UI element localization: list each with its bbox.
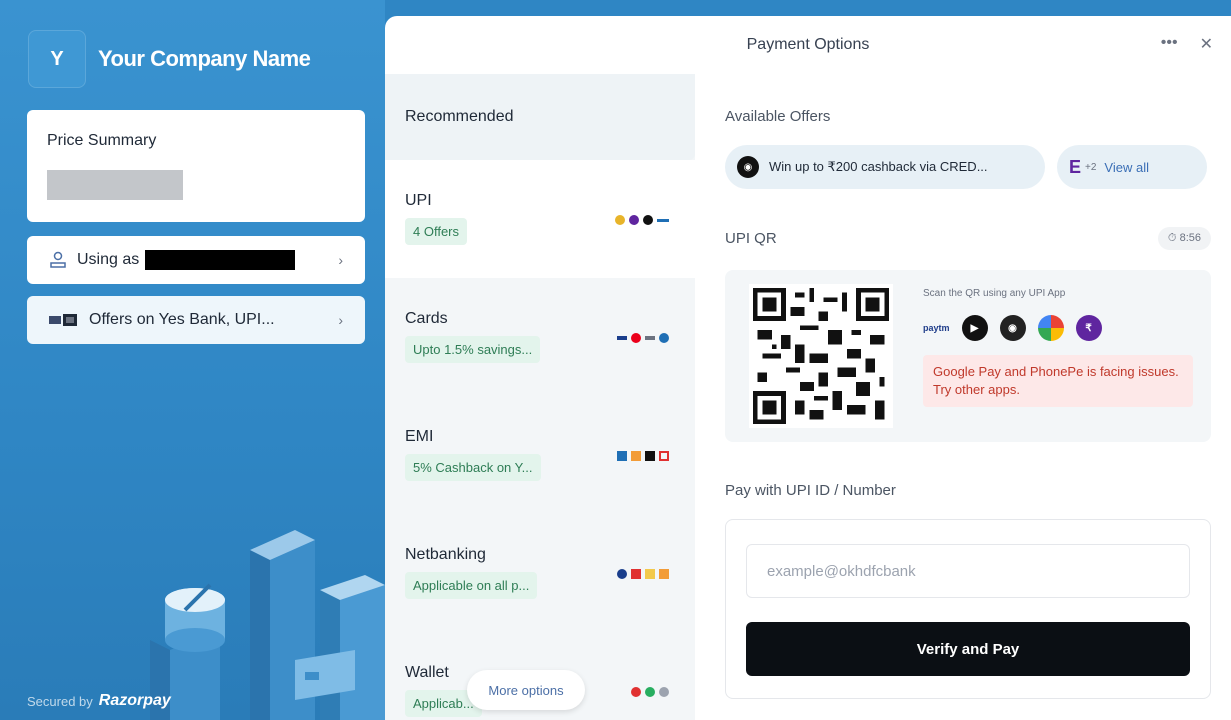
phonepe-dark-icon: ▶ bbox=[961, 315, 988, 341]
verify-and-pay-button[interactable]: Verify and Pay bbox=[746, 622, 1190, 676]
method-netbanking[interactable]: Netbanking Applicable on all p... bbox=[385, 514, 695, 632]
upi-qr-title: UPI QR bbox=[725, 230, 777, 247]
brand: Y Your Company Name bbox=[28, 30, 311, 88]
offer-badge: 4 Offers bbox=[405, 218, 468, 245]
method-name: UPI bbox=[405, 192, 432, 209]
chevron-right-icon: › bbox=[338, 312, 343, 328]
recommended-heading: Recommended bbox=[385, 74, 695, 160]
payment-details: Available Offers ◉ Win up to ₹200 cashba… bbox=[725, 74, 1211, 699]
method-emi[interactable]: EMI 5% Cashback on Y... bbox=[385, 396, 695, 514]
qr-scan-text: Scan the QR using any UPI App bbox=[923, 288, 1066, 299]
payment-methods-list: Recommended UPI 4 Offers Cards Upto 1.5%… bbox=[385, 74, 695, 720]
available-offers-title: Available Offers bbox=[725, 108, 831, 125]
wallet-icons bbox=[631, 687, 669, 697]
price-amount-redacted bbox=[47, 170, 183, 200]
using-as-row[interactable]: Using as › bbox=[27, 236, 365, 284]
upi-id-title: Pay with UPI ID / Number bbox=[725, 482, 896, 499]
illustration-image bbox=[150, 530, 385, 720]
company-name: Your Company Name bbox=[98, 46, 311, 71]
more-options-button[interactable]: More options bbox=[467, 670, 585, 710]
method-cards[interactable]: Cards Upto 1.5% savings... bbox=[385, 278, 695, 396]
user-contact-redacted bbox=[145, 250, 296, 270]
upi-qr-box: Scan the QR using any UPI App paytm ▶ ◉ … bbox=[725, 270, 1211, 442]
payment-panel: Payment Options ••• ✕ Recommended UPI 4 … bbox=[385, 16, 1231, 720]
method-name: Netbanking bbox=[405, 546, 486, 563]
offers-row: ◉ Win up to ₹200 cashback via CRED... E … bbox=[725, 145, 1211, 189]
razorpay-logo: Razorpay bbox=[98, 692, 171, 709]
qr-code-image bbox=[749, 284, 893, 428]
phonepe-icon: ₹ bbox=[1075, 315, 1102, 341]
price-summary-card: Price Summary bbox=[27, 110, 365, 222]
header: Payment Options ••• ✕ bbox=[385, 16, 1231, 74]
offer-badge: 5% Cashback on Y... bbox=[405, 454, 541, 481]
qr-info: Scan the QR using any UPI App paytm ▶ ◉ … bbox=[923, 288, 1193, 408]
offer-extra-count: +2 bbox=[1085, 161, 1097, 173]
upi-app-icons bbox=[615, 215, 669, 225]
more-icon[interactable]: ••• bbox=[1161, 34, 1178, 54]
offer-text: Win up to ₹200 cashback via CRED... bbox=[769, 159, 988, 174]
offer-badge: Applicable on all p... bbox=[405, 572, 538, 599]
close-icon[interactable]: ✕ bbox=[1200, 34, 1213, 54]
timer-value: 8:56 bbox=[1179, 232, 1201, 244]
user-icon bbox=[50, 251, 66, 268]
cred-icon: ◉ bbox=[999, 315, 1026, 341]
google-pay-icon bbox=[1037, 315, 1064, 341]
chevron-right-icon: › bbox=[338, 252, 343, 268]
secured-by-label: Secured by bbox=[27, 693, 93, 709]
method-upi[interactable]: UPI 4 Offers bbox=[385, 160, 695, 278]
qr-timer: ⏱ 8:56 bbox=[1157, 227, 1211, 250]
method-name: EMI bbox=[405, 428, 434, 445]
offer-badge: Upto 1.5% savings... bbox=[405, 336, 541, 363]
method-name: Cards bbox=[405, 310, 448, 327]
paytm-icon: paytm bbox=[923, 323, 950, 333]
upi-warning: Google Pay and PhonePe is facing issues.… bbox=[923, 355, 1193, 408]
offer-cards-icon bbox=[49, 314, 77, 326]
page-title: Payment Options bbox=[746, 36, 870, 53]
upi-id-input[interactable] bbox=[746, 544, 1190, 598]
using-as-label: Using as bbox=[77, 251, 140, 268]
view-all-link[interactable]: View all bbox=[1104, 160, 1149, 175]
upi-app-icons: paytm ▶ ◉ ₹ bbox=[923, 315, 1193, 341]
view-all-offers[interactable]: E +2 View all bbox=[1057, 145, 1207, 189]
bank-icons bbox=[617, 569, 669, 579]
header-actions: ••• ✕ bbox=[1161, 34, 1213, 54]
card-network-icons bbox=[617, 333, 669, 343]
upi-id-form: Verify and Pay bbox=[725, 519, 1211, 699]
offers-label: Offers on Yes Bank, UPI... bbox=[89, 311, 275, 328]
company-panel: Y Your Company Name Price Summary Using … bbox=[0, 0, 385, 720]
cred-offer-pill[interactable]: ◉ Win up to ₹200 cashback via CRED... bbox=[725, 145, 1045, 189]
price-summary-title: Price Summary bbox=[47, 132, 157, 149]
emi-bank-icons bbox=[617, 451, 669, 461]
offers-row[interactable]: Offers on Yes Bank, UPI... › bbox=[27, 296, 365, 344]
cred-icon: ◉ bbox=[737, 156, 759, 178]
secured-by: Secured by Razorpay bbox=[27, 692, 171, 710]
timer-icon: ⏱ bbox=[1167, 232, 1177, 244]
company-logo: Y bbox=[28, 30, 86, 88]
offer-e-icon: E bbox=[1069, 156, 1082, 177]
upi-qr-header: UPI QR ⏱ 8:56 bbox=[725, 227, 1211, 250]
